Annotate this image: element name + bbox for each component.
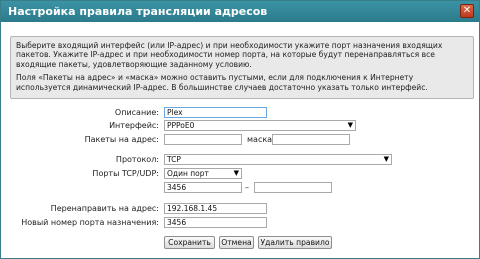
dropdown-arrow-icon: ▼ [383, 155, 389, 163]
packets-to-address-label: Пакеты на адрес: [84, 135, 159, 144]
dropdown-arrow-icon: ▼ [347, 121, 353, 129]
new-port-input[interactable]: 3456 [164, 217, 267, 228]
redirect-address-input[interactable]: 192.168.1.45 [164, 203, 267, 214]
mask-label: маска: [247, 135, 275, 144]
interface-label: Интерфейс: [109, 121, 159, 130]
dialog-titlebar: Настройка правила трансляции адресов ✕ [1, 1, 479, 22]
protocol-label: Протокол: [115, 155, 159, 164]
protocol-select-value: TCP [167, 155, 181, 164]
ports-label: Порты TCP/UDP: [92, 169, 159, 178]
info-paragraph-2: Поля «Пакеты на адрес» и «маска» можно о… [16, 73, 428, 92]
protocol-select[interactable]: TCP ▼ [164, 154, 392, 165]
new-port-label: Новый номер порта назначения: [21, 218, 159, 227]
dropdown-arrow-icon: ▼ [233, 169, 239, 177]
description-label: Описание: [114, 108, 159, 117]
port-from-input[interactable]: 3456 [164, 182, 242, 193]
close-icon[interactable]: ✕ [460, 4, 474, 18]
packets-to-address-input[interactable] [164, 134, 242, 145]
redirect-address-label: Перенаправить на адрес: [50, 204, 159, 213]
ports-mode-value: Один порт [167, 169, 209, 178]
delete-rule-button[interactable]: Удалить правило [258, 236, 332, 249]
ports-mode-select[interactable]: Один порт ▼ [164, 168, 242, 179]
interface-select-value: PPPoE0 [167, 121, 195, 130]
port-range-dash: – [245, 183, 249, 192]
cancel-button[interactable]: Отмена [219, 236, 254, 249]
save-button[interactable]: Сохранить [164, 236, 215, 249]
description-input[interactable]: Plex [164, 107, 267, 118]
port-to-input[interactable] [254, 182, 332, 193]
dialog-title: Настройка правила трансляции адресов [8, 5, 268, 18]
interface-select[interactable]: PPPoE0 ▼ [164, 120, 356, 131]
info-paragraph-1: Выберите входящий интерфейс (или IP-адре… [16, 41, 443, 69]
info-panel: Выберите входящий интерфейс (или IP-адре… [10, 36, 474, 99]
mask-input[interactable] [272, 134, 350, 145]
